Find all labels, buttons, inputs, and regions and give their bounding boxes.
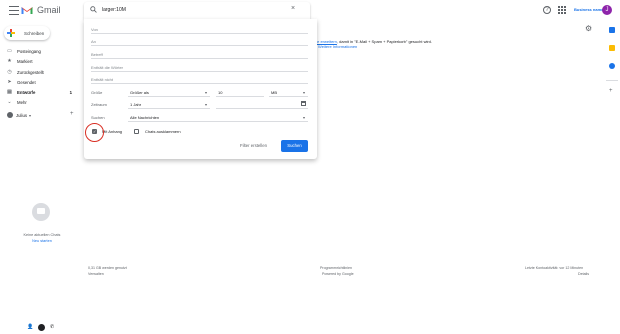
not-words-field[interactable]: Enthält nicht [91, 77, 113, 82]
brand-logo[interactable]: Business name [574, 7, 603, 12]
caret-down-icon: ▾ [29, 112, 32, 118]
field-underline [91, 33, 308, 34]
hangouts-user[interactable]: Julius ▾ [7, 112, 31, 118]
compose-button[interactable]: Schreiben [4, 26, 50, 40]
chat-bubble-icon [32, 203, 50, 221]
sidebar-item-sent[interactable]: ➤ Gesendet [0, 77, 78, 87]
hangouts-icon[interactable] [38, 324, 45, 331]
help-icon[interactable]: ? [543, 6, 551, 14]
sidebar-item-label: Markiert [17, 58, 33, 64]
dropdown-arrow-icon: ▾ [303, 90, 306, 95]
sidebar-item-label: Mehr [17, 99, 27, 105]
start-chat-link[interactable]: Neu starten [13, 239, 71, 243]
sidebar-item-starred[interactable]: ★ Markiert [0, 56, 78, 66]
highlight-circle [85, 123, 104, 142]
field-underline [216, 96, 264, 97]
last-activity: Letzte Kontoaktivität: vor 12 Minuten [525, 266, 584, 270]
search-in-label: Suchen [91, 115, 105, 120]
sidebar-item-inbox[interactable]: ▭ Posteingang [0, 46, 78, 56]
details-link[interactable]: Details [578, 272, 589, 276]
sidebar-item-label: Gesendet [17, 79, 36, 85]
sidebar-item-more[interactable]: ⌄ Mehr [0, 97, 78, 107]
dropdown-arrow-icon: ▾ [303, 115, 306, 120]
draft-icon: ▤ [7, 89, 12, 95]
storage-usage: 0,31 GB werden genutzt [88, 266, 127, 270]
plus-icon [4, 26, 18, 40]
field-underline [128, 96, 210, 97]
account-avatar[interactable]: J [602, 5, 612, 15]
field-underline [91, 58, 308, 59]
inbox-icon: ▭ [7, 48, 12, 54]
chevron-down-icon: ⌄ [7, 99, 12, 105]
size-operator-select[interactable]: Größer als [130, 90, 149, 95]
powered-by: Powered by Google [322, 272, 354, 276]
gear-icon[interactable]: ⚙ [585, 24, 592, 33]
sidebar-item-label: Zurückgestellt [17, 69, 44, 75]
calendar-icon[interactable] [609, 27, 615, 33]
send-icon: ➤ [7, 79, 12, 85]
field-underline [91, 83, 308, 84]
close-icon[interactable]: × [291, 5, 295, 12]
exclude-chats-label: Chats ausklammern [145, 129, 181, 134]
add-contact-button[interactable]: + [70, 111, 74, 117]
user-avatar [7, 112, 13, 118]
app-name: Gmail [37, 5, 61, 15]
has-attachment-label: Mit Anhang [102, 129, 123, 134]
clock-icon: ◷ [7, 69, 12, 75]
field-underline [128, 108, 210, 109]
search-input[interactable]: larger:10M [102, 7, 126, 13]
sidebar-item-snoozed[interactable]: ◷ Zurückgestellt [0, 67, 78, 77]
advanced-search-panel [84, 19, 317, 159]
create-filter-button[interactable]: Filter erstellen [240, 143, 267, 148]
search-submit-button[interactable]: Suchen [281, 140, 308, 152]
date-label: Zeitraum [91, 102, 107, 107]
user-name: Julius [16, 112, 27, 118]
field-underline [269, 96, 308, 97]
dropdown-arrow-icon: ▾ [205, 90, 208, 95]
gmail-logo-icon[interactable] [21, 5, 33, 15]
size-unit-select[interactable]: MB [271, 90, 277, 95]
more-info-link[interactable]: Weitere Informationen [318, 44, 357, 49]
subject-field[interactable]: Betreff [91, 52, 103, 57]
sidebar-item-label: Posteingang [17, 48, 41, 54]
add-addon-icon[interactable]: + [609, 88, 613, 94]
date-range-select[interactable]: 1 Jahr [130, 102, 141, 107]
program-policies-link[interactable]: Programmrichtlinien [320, 266, 352, 270]
field-underline [216, 108, 308, 109]
search-in-select[interactable]: Alle Nachrichten [130, 115, 159, 120]
calendar-icon[interactable] [301, 101, 306, 106]
no-chats-text: Keine aktuellen Chats [23, 233, 61, 237]
field-underline [91, 71, 308, 72]
sidebar-item-label: Entwürfe [17, 89, 36, 95]
dropdown-arrow-icon: ▾ [205, 102, 208, 107]
drafts-count: 1 [69, 89, 72, 95]
apps-icon[interactable] [558, 6, 566, 14]
size-label: Größe [91, 90, 103, 95]
to-field[interactable]: An [91, 39, 96, 44]
star-icon: ★ [7, 58, 12, 64]
compose-label: Schreiben [24, 30, 45, 36]
side-panel-divider [606, 80, 618, 81]
keep-icon[interactable] [609, 45, 615, 51]
tasks-icon[interactable] [609, 63, 615, 69]
phone-icon[interactable]: ✆ [50, 324, 54, 330]
main-menu-icon[interactable] [9, 6, 19, 15]
sidebar-item-drafts[interactable]: ▤ Entwürfe 1 [0, 87, 78, 97]
person-icon[interactable]: 👤 [27, 324, 33, 330]
field-underline [91, 45, 308, 46]
size-value-input[interactable]: 10 [218, 90, 222, 95]
from-field[interactable]: Von [91, 27, 98, 32]
search-icon[interactable] [90, 6, 97, 13]
field-underline [128, 121, 308, 122]
exclude-chats-checkbox[interactable] [134, 129, 139, 134]
has-words-field[interactable]: Enthält die Wörter [91, 65, 123, 70]
manage-storage-link[interactable]: Verwalten [88, 272, 104, 276]
